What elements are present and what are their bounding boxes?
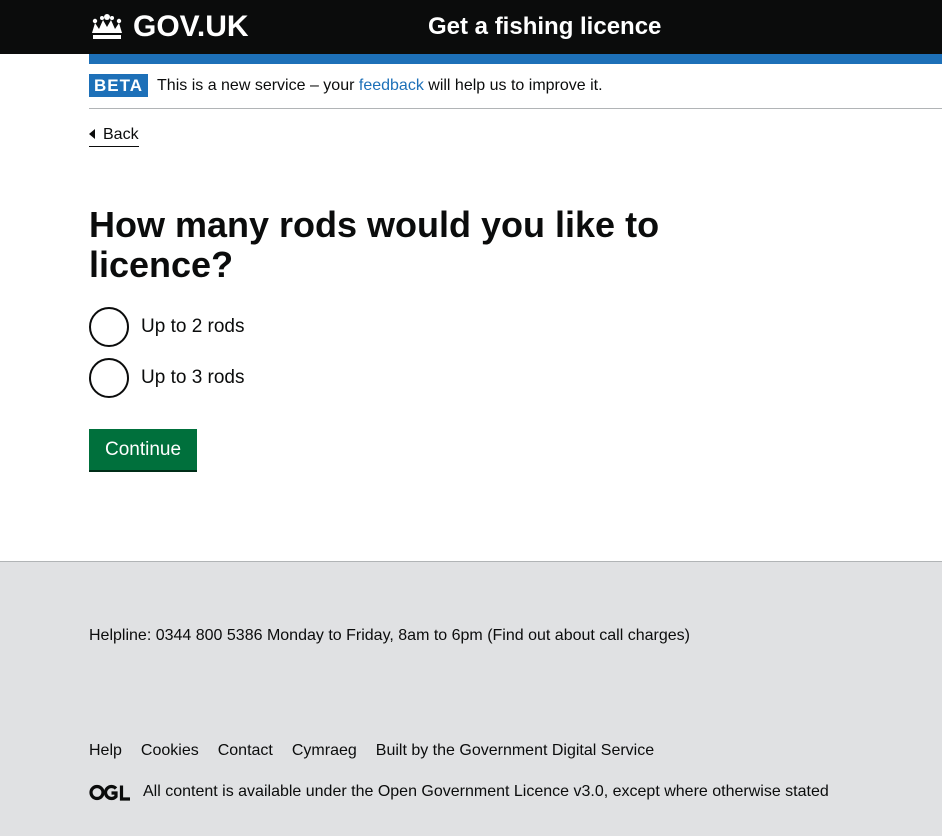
licence-prefix: All content is available under the [143,783,374,800]
back-arrow-icon [89,129,95,139]
feedback-link[interactable]: feedback [359,77,424,94]
phase-text-before: This is a new service – your [157,77,355,94]
radio-label-2-rods[interactable]: Up to 2 rods [141,315,245,339]
helpline-phone-link[interactable]: 0344 800 5386 [156,627,263,644]
helpline-hours: Monday to Friday, 8am to 6pm ( [266,627,493,644]
phase-banner-text: This is a new service – your feedback wi… [157,74,603,98]
radio-label-3-rods[interactable]: Up to 3 rods [141,366,245,390]
page-title: How many rods would you like to licence? [89,204,660,285]
site-footer: Helpline: 0344 800 5386 Monday to Friday… [0,561,942,836]
helpline-text: Helpline: 0344 800 5386 Monday to Friday… [89,625,690,647]
radio-option-3-rods[interactable]: Up to 3 rods [89,358,245,398]
govuk-logo-link[interactable]: GOV.UK [89,10,249,44]
ogl-licence-link[interactable]: Open Government Licence v3.0 [378,781,604,803]
header-accent-bar [89,54,942,64]
call-charges-link[interactable]: Find out about call charges [493,627,685,644]
helpline-prefix: Helpline: [89,627,152,644]
footer-link-contact[interactable]: Contact [218,740,273,762]
footer-link-cymraeg[interactable]: Cymraeg [292,740,357,762]
built-by-prefix: Built by the [375,742,455,759]
licence-suffix: , except where otherwise stated [603,783,829,800]
helpline-close: ) [684,627,690,644]
licence-row: All content is available under the Open … [89,780,829,804]
radio-option-2-rods[interactable]: Up to 2 rods [89,307,245,347]
logo-text: GOV.UK [133,10,249,43]
footer-link-cookies[interactable]: Cookies [141,740,199,762]
back-link[interactable]: Back [89,123,139,147]
crown-icon [92,14,122,39]
footer-links: Help Cookies Contact Cymraeg Built by th… [89,740,692,762]
site-header: GOV.UK Get a fishing licence [0,0,942,54]
phase-banner: BETA This is a new service – your feedba… [89,74,942,109]
service-name-link[interactable]: Get a fishing licence [428,13,661,41]
phase-text-after: will help us to improve it. [428,77,603,94]
radio-input-3-rods[interactable] [89,358,129,398]
continue-button[interactable]: Continue [89,429,197,470]
ogl-logo-icon [89,784,130,801]
gds-link[interactable]: Government Digital Service [459,742,654,759]
back-link-label: Back [103,125,139,143]
footer-link-help[interactable]: Help [89,740,122,762]
beta-tag: BETA [89,74,149,97]
built-by-text: Built by the Government Digital Service [376,740,673,762]
radio-input-2-rods[interactable] [89,307,129,347]
